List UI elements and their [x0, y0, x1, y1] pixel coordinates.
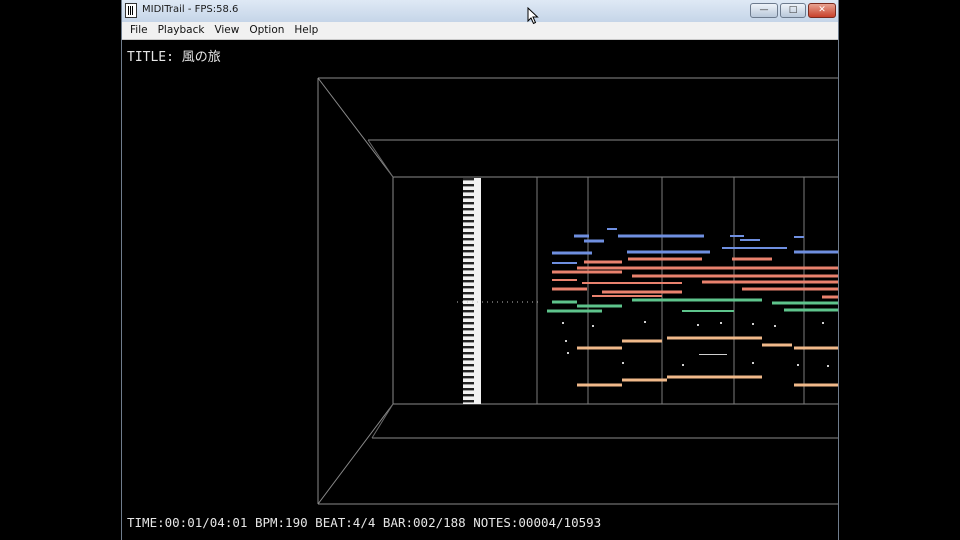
dot-note	[567, 352, 569, 354]
dot-note	[774, 325, 776, 327]
dot-note	[562, 322, 564, 324]
close-button[interactable]: ✕	[808, 3, 836, 18]
dot-note	[592, 325, 594, 327]
dot-note	[822, 322, 824, 324]
dot-note	[565, 340, 567, 342]
maximize-button[interactable]: □	[780, 3, 806, 18]
dot-note	[752, 362, 754, 364]
dot-note	[720, 322, 722, 324]
window-title: MIDITrail - FPS:58.6	[142, 4, 239, 15]
dot-note	[644, 321, 646, 323]
dot-note	[827, 365, 829, 367]
status-time: TIME:00:01/04:01	[127, 515, 248, 530]
dot-note	[699, 354, 727, 355]
dot-note	[697, 324, 699, 326]
status-bpm: BPM:190	[254, 515, 308, 530]
app-icon[interactable]	[125, 3, 137, 18]
menu-option[interactable]: Option	[245, 22, 290, 39]
tunnel-ceiling-diag	[367, 139, 394, 178]
song-title: TITLE: 風の旅	[127, 50, 221, 65]
menu-help[interactable]: Help	[290, 22, 324, 39]
menu-bar: File Playback View Option Help	[122, 22, 838, 40]
dot-note	[682, 364, 684, 366]
mouse-pointer-icon	[527, 7, 539, 25]
minimize-button[interactable]: —	[750, 3, 778, 18]
miditrail-window: MIDITrail - FPS:58.6 — □ ✕ File Playback…	[121, 0, 839, 540]
status-beat: BEAT:4/4	[315, 515, 376, 530]
dot-note	[622, 362, 624, 364]
dot-note	[752, 323, 754, 325]
piano-keyboard	[463, 178, 481, 404]
note-bars	[547, 228, 838, 387]
tunnel-ceiling-edge	[317, 77, 394, 178]
tunnel-floor-edge	[317, 403, 394, 505]
playback-status: TIME:00:01/04:01 BPM:190 BEAT:4/4 BAR:00…	[127, 515, 601, 530]
piano-keys-black	[463, 178, 474, 404]
menu-view[interactable]: View	[210, 22, 245, 39]
visualization-viewport[interactable]: TITLE: 風の旅 TIME:00:01/04:01 BPM:190 BEAT…	[122, 40, 838, 540]
title-bar[interactable]: MIDITrail - FPS:58.6 — □ ✕	[122, 0, 838, 22]
status-notes: NOTES:00004/10593	[473, 515, 602, 530]
dot-note	[797, 364, 799, 366]
tunnel-frame	[317, 77, 838, 505]
tunnel-floor-diag	[371, 403, 394, 439]
menu-playback[interactable]: Playback	[154, 22, 211, 39]
midi-3d-scene	[317, 77, 838, 505]
status-bar: BAR:002/188	[382, 515, 466, 530]
menu-file[interactable]: File	[126, 22, 154, 39]
